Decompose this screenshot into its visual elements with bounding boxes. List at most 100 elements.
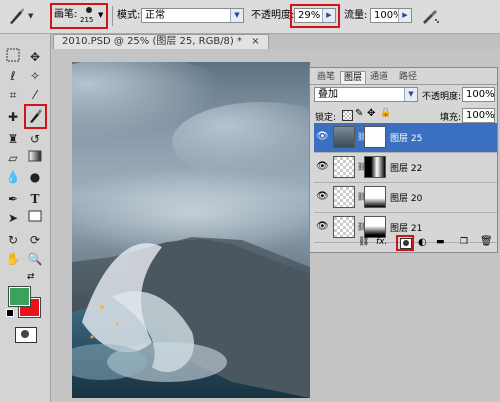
healing-brush-tool-icon[interactable]: ✚ (3, 108, 23, 126)
panel-tabs-divider (310, 84, 497, 85)
document-tab-bar: 2010.PSD @ 25% (图层 25, RGB/8) * × (51, 34, 500, 49)
lock-all-icon[interactable]: 🔒 (380, 108, 391, 118)
blur-tool-icon[interactable]: 💧 (3, 168, 23, 186)
document-tab[interactable]: 2010.PSD @ 25% (图层 25, RGB/8) * × (53, 34, 269, 49)
chevron-down-icon[interactable]: ▼ (230, 9, 243, 22)
marquee-tool-icon[interactable] (3, 48, 23, 66)
layer-row[interactable]: 👁 ⛓ 图层 22 (314, 153, 497, 183)
lock-label: 锁定: (315, 113, 337, 123)
brush-label: 画笔: (54, 9, 78, 20)
layer-thumbnail (333, 186, 355, 208)
type-tool-icon[interactable]: T (25, 190, 45, 208)
hand-tool-icon[interactable]: ✋ (3, 250, 23, 268)
layer-mask-thumbnail (364, 216, 386, 238)
lock-image-icon[interactable]: ✎ (355, 108, 363, 119)
quick-mask-circle-icon (21, 330, 29, 338)
lock-transparent-icon[interactable] (342, 110, 353, 121)
eyedropper-tool-icon[interactable]: ⁄ (25, 86, 45, 104)
new-group-icon[interactable]: ▬ (436, 237, 445, 247)
layer-opacity-value: 100% (466, 89, 495, 100)
crop-tool-icon[interactable]: ⌗ (3, 86, 23, 104)
brush-tool-icon[interactable] (6, 6, 26, 26)
toolbox: ✥ ℓ ✧ ⌗ ⁄ ✚ ♜ ↺ ▱ 💧 ● ✒ T ➤ ↻ ⟳ ✋ 🔍 ⇄ (0, 34, 51, 402)
tool-preset-arrow-icon[interactable]: ▼ (28, 12, 33, 20)
options-bar: ▼ 画笔: 215 ▼ 模式: 正常 ▼ 不透明度: 29% ▶ 流量: 100… (0, 0, 500, 34)
layer-mask-thumbnail (364, 126, 386, 148)
opacity-input[interactable]: 29% ▶ (294, 8, 336, 23)
tab-brushes[interactable]: 画笔 (314, 71, 338, 84)
tab-channels[interactable]: 通道 (367, 71, 391, 84)
lasso-tool-icon[interactable]: ℓ (3, 67, 23, 85)
eye-icon[interactable]: 👁 (316, 131, 329, 142)
delete-layer-icon[interactable]: 🗑 (480, 236, 493, 247)
flow-input[interactable]: 100% ▶ (370, 8, 412, 23)
add-layer-mask-icon[interactable] (400, 238, 412, 249)
separator (112, 6, 113, 26)
layer-name: 图层 22 (390, 164, 423, 174)
layer-opacity-input[interactable]: 100% (462, 87, 495, 102)
brush-tool-icon[interactable] (25, 107, 45, 125)
mode-select-value: 正常 (145, 10, 165, 21)
blend-mode-value: 叠加 (318, 89, 338, 100)
airbrush-icon[interactable] (420, 6, 440, 26)
new-layer-icon[interactable]: ❐ (460, 237, 468, 247)
layer-name: 图层 21 (390, 224, 423, 234)
layer-name: 图层 25 (390, 134, 423, 144)
eye-icon[interactable]: 👁 (316, 191, 329, 202)
mode-select[interactable]: 正常 ▼ (141, 8, 244, 23)
close-icon[interactable]: × (251, 36, 259, 47)
default-colors-icon[interactable] (6, 309, 14, 317)
foreground-color-swatch[interactable] (8, 286, 31, 307)
mode-label: 模式: (117, 10, 141, 21)
tab-layers[interactable]: 图层 (340, 71, 367, 85)
document-tab-title: 2010.PSD @ 25% (图层 25, RGB/8) * (62, 36, 242, 47)
pen-tool-icon[interactable]: ✒ (3, 190, 23, 208)
tab-paths[interactable]: 路径 (396, 71, 420, 84)
storm-wave-image (72, 62, 310, 398)
gradient-tool-icon[interactable] (25, 149, 45, 167)
zoom-tool-icon[interactable]: 🔍 (25, 250, 45, 268)
brush-dropdown-arrow-icon[interactable]: ▼ (98, 11, 103, 19)
swap-colors-icon[interactable]: ⇄ (27, 272, 35, 282)
clone-stamp-tool-icon[interactable]: ♜ (3, 130, 23, 148)
eye-icon[interactable]: 👁 (316, 221, 329, 232)
3d-orbit-tool-icon[interactable]: ⟳ (25, 231, 45, 249)
dodge-tool-icon[interactable]: ● (25, 168, 45, 186)
link-layers-icon[interactable]: ⛓ (358, 237, 369, 247)
flow-slider-arrow-icon[interactable]: ▶ (398, 9, 411, 22)
3d-rotate-tool-icon[interactable]: ↻ (3, 231, 23, 249)
brush-size-value: 215 (80, 16, 94, 24)
chevron-down-icon[interactable]: ▼ (404, 88, 417, 101)
layer-mask-thumbnail (364, 186, 386, 208)
document-canvas[interactable] (72, 62, 310, 398)
layer-row[interactable]: 👁 ⛓ 图层 20 (314, 183, 497, 213)
quick-mask-icon[interactable] (15, 327, 37, 343)
layers-panel: 画笔 图层 通道 路径 叠加 ▼ 不透明度: 100% 锁定: ✎ ✥ 🔒 填充… (309, 67, 498, 253)
fill-input[interactable]: 100% (462, 108, 495, 123)
layer-row[interactable]: 👁 ⛓ 图层 25 (314, 123, 497, 153)
blend-mode-select[interactable]: 叠加 ▼ (314, 87, 418, 102)
layer-thumbnail (333, 126, 355, 148)
opacity-input-value: 29% (298, 10, 321, 21)
opacity-label: 不透明度: (251, 10, 295, 21)
layer-thumbnail (333, 216, 355, 238)
layer-opacity-label: 不透明度: (422, 92, 462, 102)
flow-label: 流量: (344, 10, 368, 21)
brush-preview-icon[interactable] (86, 7, 92, 13)
path-selection-tool-icon[interactable]: ➤ (3, 209, 23, 227)
lock-position-icon[interactable]: ✥ (367, 108, 375, 119)
adjustment-layer-icon[interactable]: ◐ (418, 237, 427, 248)
eye-icon[interactable]: 👁 (316, 161, 329, 172)
layer-mask-thumbnail (364, 156, 386, 178)
layer-name: 图层 20 (390, 194, 423, 204)
history-brush-tool-icon[interactable]: ↺ (25, 130, 45, 148)
opacity-slider-arrow-icon[interactable]: ▶ (322, 9, 335, 22)
fill-value: 100% (466, 110, 495, 121)
eraser-tool-icon[interactable]: ▱ (3, 149, 23, 167)
magic-wand-tool-icon[interactable]: ✧ (25, 67, 45, 85)
rectangle-tool-icon[interactable] (25, 209, 45, 227)
move-tool-icon[interactable]: ✥ (25, 48, 45, 66)
mask-circle-icon (403, 240, 409, 246)
fx-icon[interactable]: fx. (376, 237, 387, 247)
layer-thumbnail (333, 156, 355, 178)
